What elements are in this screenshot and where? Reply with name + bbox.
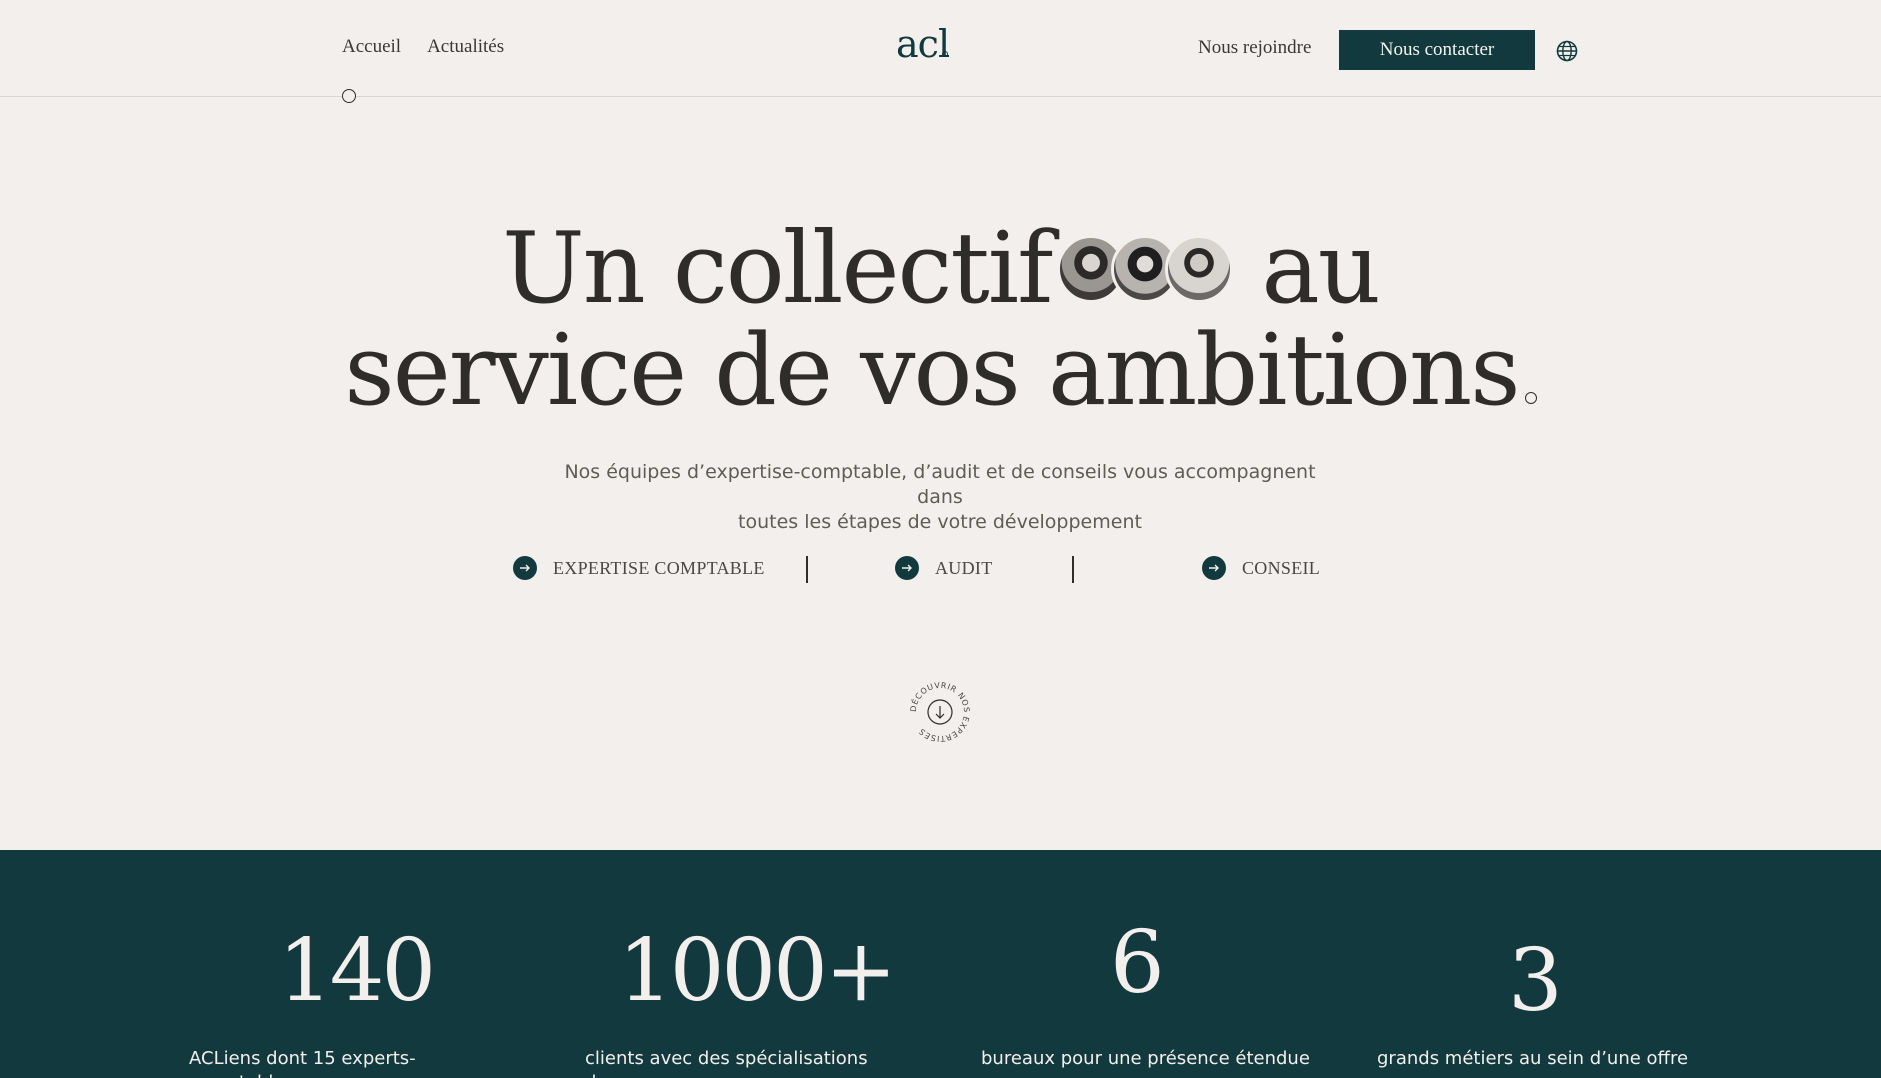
stat-description: ACLiens dont 15 experts-comptables <box>189 1048 416 1078</box>
stat-value: 6 <box>1110 913 1165 1013</box>
globe-icon[interactable] <box>1556 40 1578 62</box>
stat-value: 140 <box>278 921 436 1021</box>
hero-title-line-2: service de vos ambitions <box>344 314 1520 428</box>
avatar <box>1165 235 1234 303</box>
stat-description: grands métiers au sein d’une offre <box>1377 1048 1689 1069</box>
stat-value: 3 <box>1508 931 1563 1031</box>
title-dot <box>1524 392 1537 404</box>
hero-subtitle-line-1: Nos équipes d’expertise-comptable, d’aud… <box>564 461 1316 508</box>
stat-value: 1000+ <box>618 921 897 1021</box>
stats-band: 140 1000+ 6 3 ACLiens dont 15 experts-co… <box>0 850 1881 1078</box>
arrow-right-icon <box>895 556 919 580</box>
contact-button[interactable]: Nous contacter <box>1339 30 1535 70</box>
link-label: EXPERTISE COMPTABLE <box>553 557 765 578</box>
stat-description: bureaux pour une présence étendue <box>981 1048 1310 1069</box>
link-label: CONSEIL <box>1242 557 1321 578</box>
link-conseil[interactable]: CONSEIL <box>1202 556 1320 580</box>
divider <box>1072 556 1074 583</box>
link-label: AUDIT <box>935 557 993 578</box>
active-nav-indicator <box>342 89 356 103</box>
arrow-right-icon <box>1202 556 1226 580</box>
main-nav: Accueil Actualités <box>342 36 504 58</box>
hero-title-part-1: Un collectif <box>502 212 1053 326</box>
divider <box>806 556 808 583</box>
nav-actualites[interactable]: Actualités <box>427 36 504 58</box>
stat-description: clients avec des spécialisations dans <box>585 1048 868 1078</box>
hero-title-part-2: au <box>1261 212 1381 326</box>
discover-expertises-button[interactable]: DÉCOUVRIR NOS EXPERTISES <box>908 680 972 744</box>
hero-subtitle-line-2: toutes les étapes de votre développement <box>738 511 1142 533</box>
link-audit[interactable]: AUDIT <box>895 556 993 580</box>
nav-nous-rejoindre[interactable]: Nous rejoindre <box>1198 37 1311 59</box>
logo-dot <box>942 51 948 57</box>
team-avatars <box>1057 235 1234 303</box>
site-header: Accueil Actualités acl Nous rejoindre No… <box>0 0 1881 97</box>
link-expertise-comptable[interactable]: EXPERTISE COMPTABLE <box>513 556 765 580</box>
logo[interactable]: acl <box>896 22 950 66</box>
arrow-right-icon <box>513 556 537 580</box>
hero-title: Un collectif au service de vos ambitions <box>0 218 1881 422</box>
nav-accueil[interactable]: Accueil <box>342 36 401 58</box>
hero-subtitle: Nos équipes d’expertise-comptable, d’aud… <box>540 460 1340 535</box>
